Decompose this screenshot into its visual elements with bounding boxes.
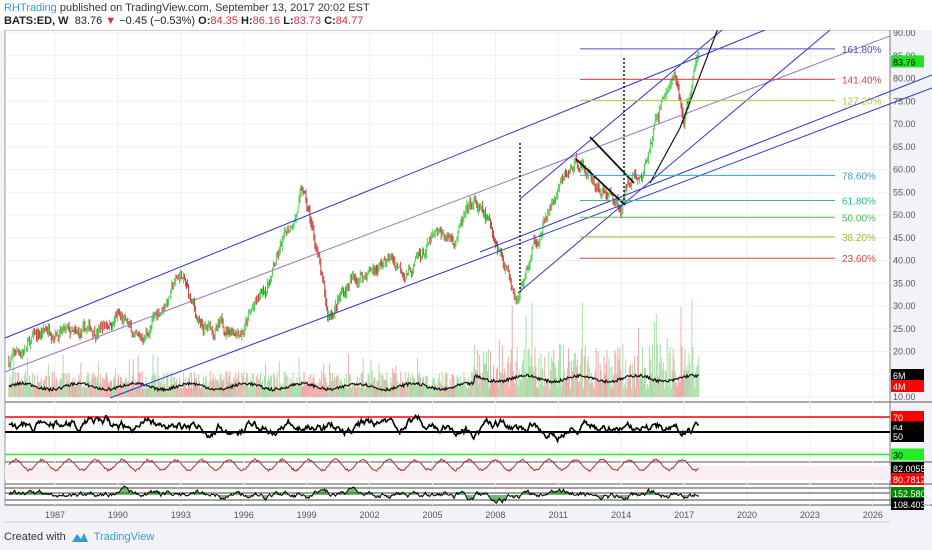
- price-tick: 25.00: [893, 324, 916, 334]
- last-price-tag: 83.76: [893, 57, 916, 67]
- fib-label: 23.60%: [842, 254, 876, 265]
- price-tick: 70.00: [893, 119, 916, 129]
- price-tick: 40.00: [893, 256, 916, 266]
- indicator3-tag: 152.5803: [893, 489, 931, 499]
- close-label: C:: [324, 15, 336, 27]
- open-label: O:: [198, 15, 211, 27]
- indicator2-tag: 82.0055: [893, 464, 926, 474]
- down-arrow-icon: ▼: [105, 15, 117, 27]
- symbol-line: BATS:ED, W 83.76 ▼ −0.45 (−0.53%) O:84.3…: [4, 15, 363, 27]
- tradingview-link[interactable]: TradingView: [94, 531, 155, 543]
- low-value: 83.73: [293, 15, 322, 27]
- close-value: 84.77: [335, 15, 364, 27]
- price-tick: 55.00: [893, 187, 916, 197]
- volume-tag: 4M: [893, 382, 906, 392]
- time-tick: 2005: [422, 510, 442, 520]
- publish-line: RHTrading published on TradingView.com, …: [4, 2, 370, 14]
- publish-info: published on TradingView.com, September …: [56, 2, 370, 14]
- rsi-30-tag: 30: [893, 451, 903, 461]
- time-tick: 2017: [674, 510, 694, 520]
- time-tick: 2020: [737, 510, 757, 520]
- time-tick: 1996: [234, 510, 254, 520]
- time-tick: 1990: [108, 510, 128, 520]
- indicator2-tag: 80.7812: [893, 475, 926, 485]
- volume-tag: 6M: [893, 371, 906, 381]
- price-tick: 65.00: [893, 142, 916, 152]
- footer: Created with TradingView: [4, 531, 154, 543]
- created-with: Created with: [4, 531, 66, 543]
- price-tick: 90.00: [893, 30, 916, 38]
- high-label: H:: [240, 15, 253, 27]
- time-tick: 2008: [485, 510, 505, 520]
- author-link[interactable]: RHTrading: [4, 2, 57, 14]
- fib-label: 141.40%: [842, 75, 882, 86]
- last-price: 83.76: [74, 15, 103, 27]
- price-tick: 35.00: [893, 278, 916, 288]
- time-tick: 1993: [171, 510, 191, 520]
- price-tick: 10.00: [893, 392, 916, 402]
- price-tick: 50.00: [893, 210, 916, 220]
- low-label: L:: [283, 15, 294, 27]
- open-value: 84.35: [210, 15, 238, 27]
- fib-label: 61.80%: [842, 196, 876, 207]
- time-tick: 2023: [800, 510, 820, 520]
- fib-label: 127.20%: [842, 96, 882, 107]
- price-change: −0.45 (−0.53%): [119, 15, 196, 27]
- time-tick: 1987: [45, 510, 65, 520]
- time-tick: 1999: [297, 510, 317, 520]
- indicator2-band: [5, 466, 890, 480]
- symbol[interactable]: BATS:ED, W: [4, 15, 69, 27]
- price-tick: 30.00: [893, 301, 916, 311]
- rsi-50-tag: 50: [893, 432, 903, 442]
- price-tick: 45.00: [893, 233, 916, 243]
- price-tick: 60.00: [893, 165, 916, 175]
- tradingview-logo-icon: [71, 533, 88, 542]
- fib-label: 161.80%: [842, 45, 882, 56]
- fib-label: 78.60%: [842, 171, 876, 182]
- time-tick: 2002: [360, 510, 380, 520]
- price-chart[interactable]: 90.0085.0080.0075.0070.0065.0060.0055.00…: [0, 30, 932, 525]
- time-tick: 2026: [863, 510, 883, 520]
- chart-header: RHTrading published on TradingView.com, …: [0, 0, 932, 30]
- time-tick: 2011: [549, 510, 568, 520]
- time-tick: 2014: [611, 510, 631, 520]
- indicator3-tag: 108.4038: [893, 500, 931, 510]
- price-tick: 20.00: [893, 347, 916, 357]
- fib-label: 38.20%: [842, 233, 876, 244]
- fib-label: 50.00%: [842, 213, 876, 224]
- price-tick: 80.00: [893, 74, 916, 84]
- high-value: 86.16: [252, 15, 281, 27]
